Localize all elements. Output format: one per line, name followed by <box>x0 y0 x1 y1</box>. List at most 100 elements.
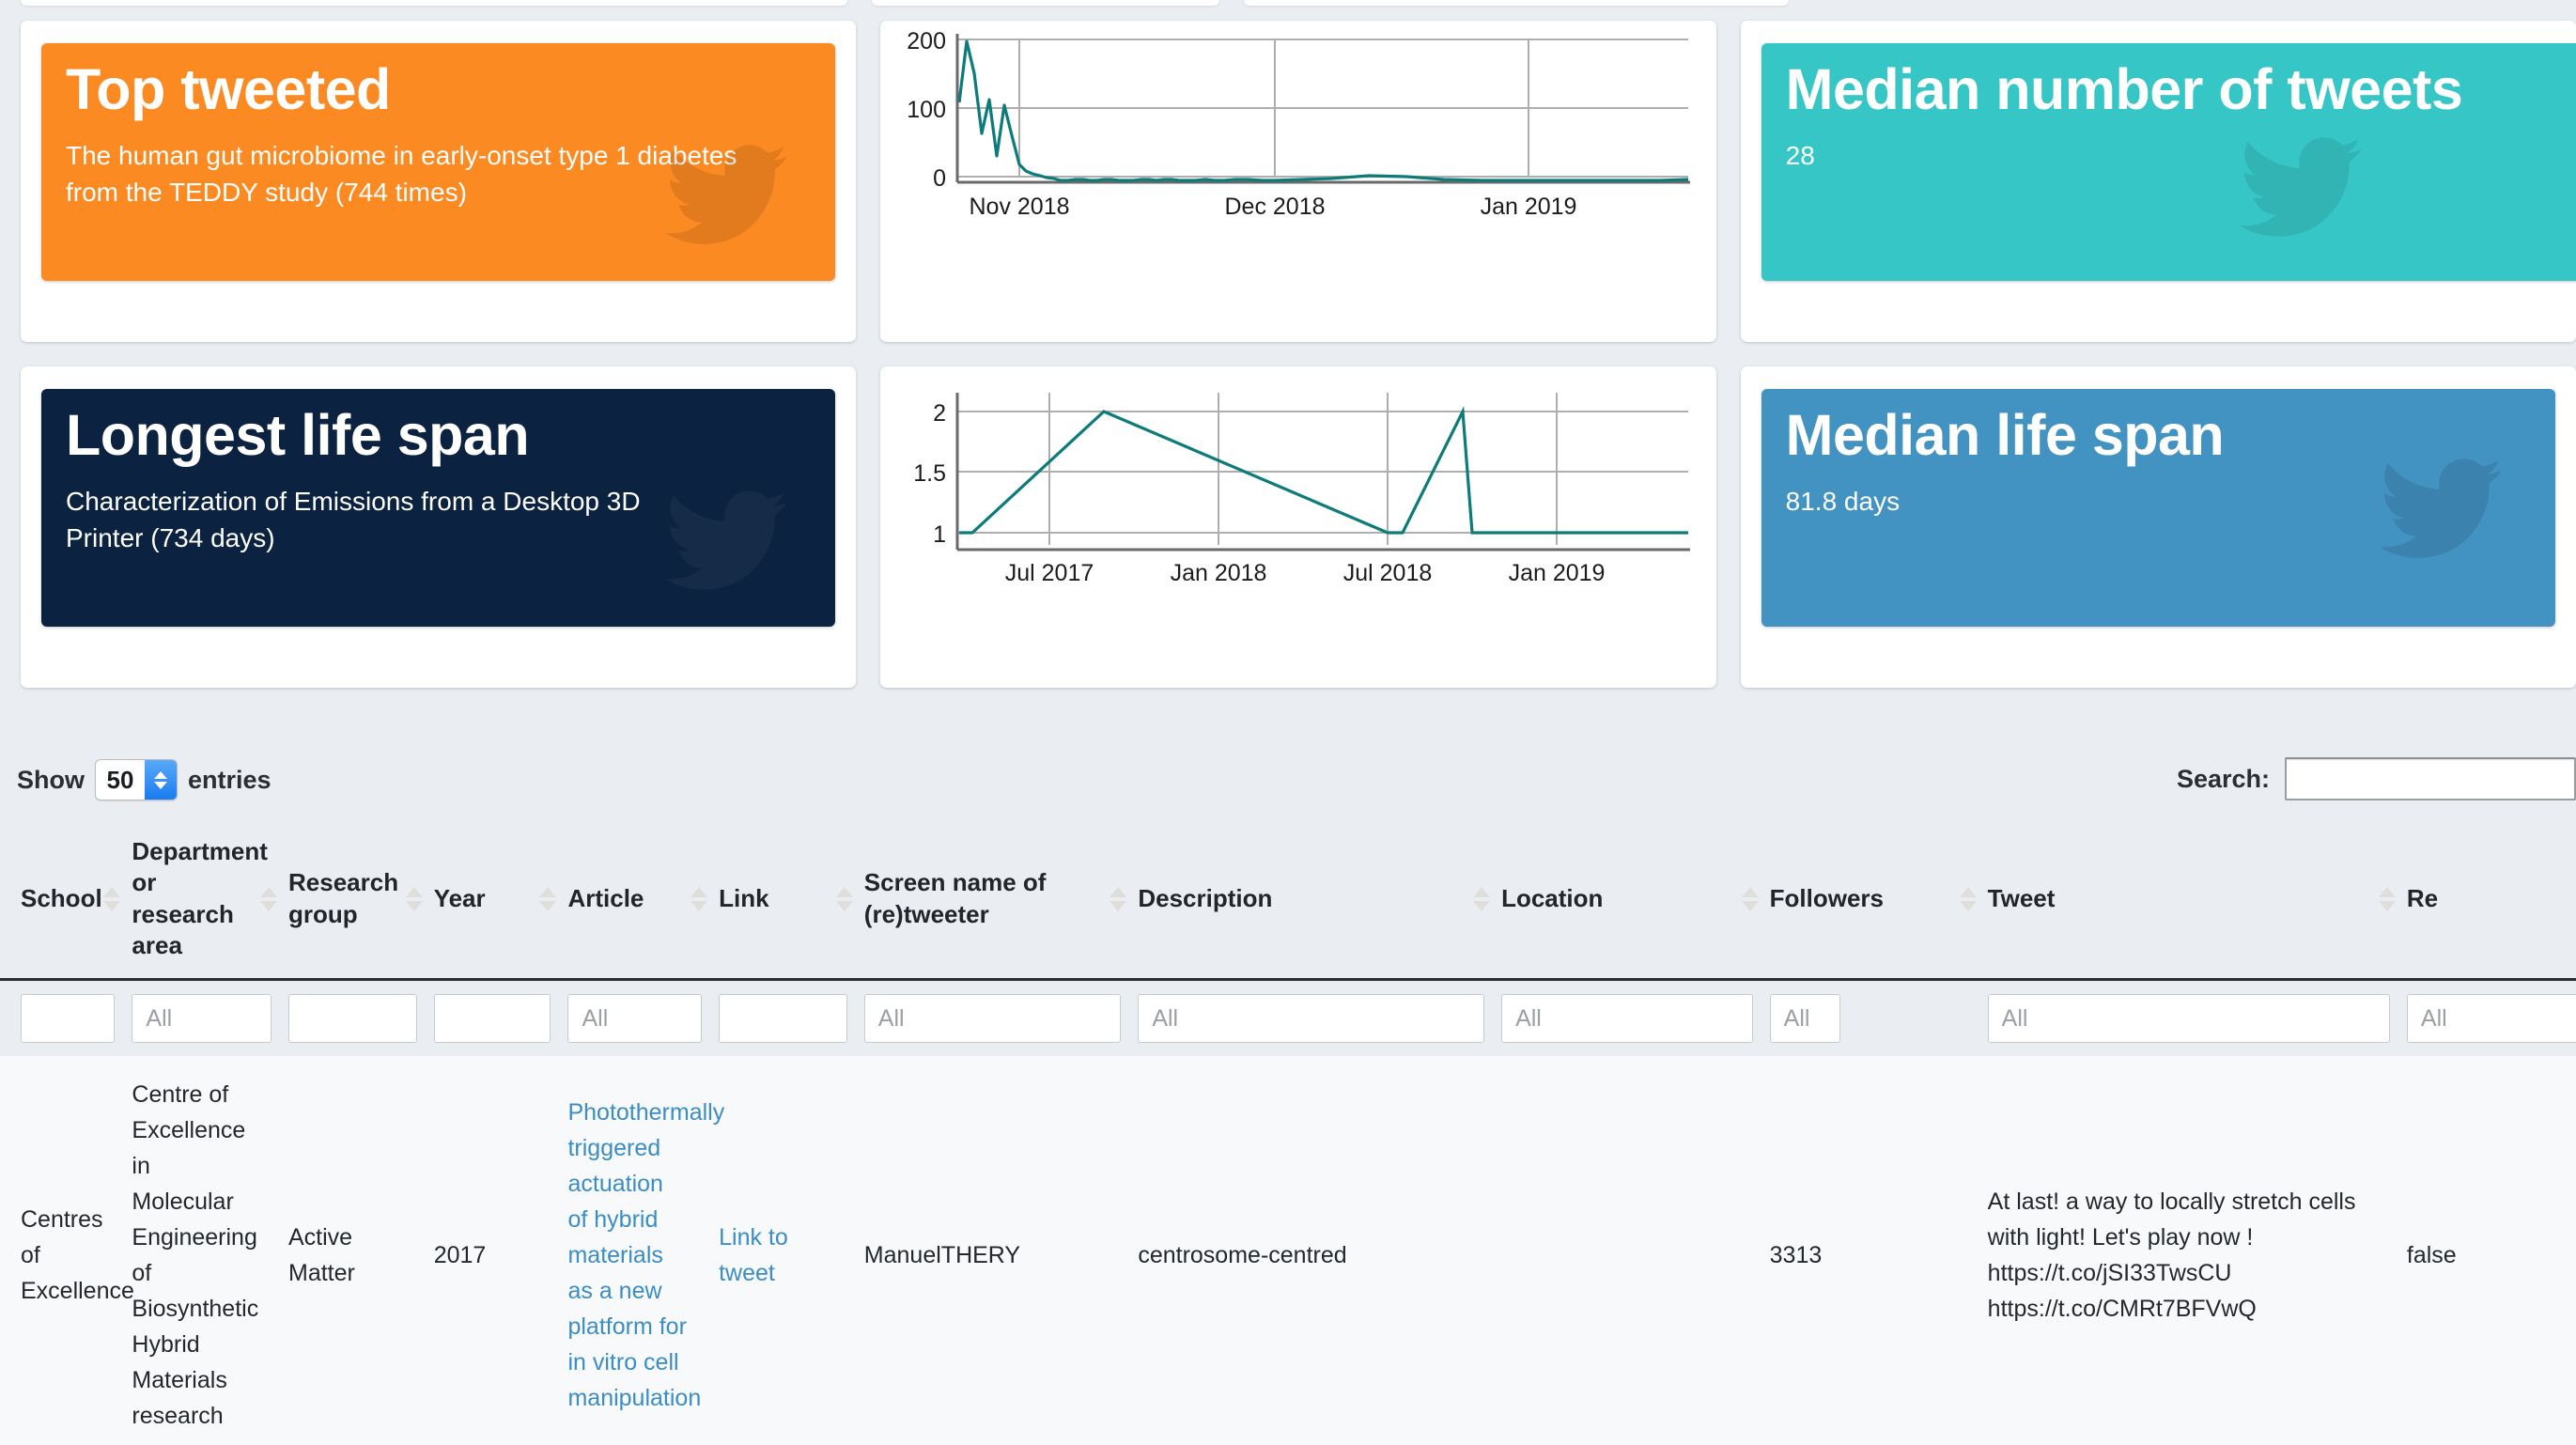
header-label: Followers <box>1769 883 1884 912</box>
card-subtitle: Characterization of Emissions from a Des… <box>66 487 641 552</box>
table-body: Centres of Excellence Centre of Excellen… <box>0 1056 2576 1445</box>
search-label: Search: <box>2176 764 2270 793</box>
cell-article[interactable]: Photothermally triggered actuation of hy… <box>567 1056 724 1445</box>
column-header-year[interactable]: Year <box>433 819 568 982</box>
sort-icon[interactable] <box>1110 886 1127 911</box>
svg-text:Nov 2018: Nov 2018 <box>970 194 1070 220</box>
column-header-article[interactable]: Article <box>567 819 720 982</box>
filter-link[interactable] <box>719 994 847 1044</box>
header-label: Screen name of (re)tweeter <box>863 868 1047 928</box>
cell-description: centrosome-centred <box>1138 1056 1502 1445</box>
previous-card-row-sliver <box>0 0 2576 21</box>
card-tweets-sparkline: 200 100 0 Nov 2018 Dec 2018 Jan 2019 <box>880 21 1716 342</box>
twitter-bird-icon <box>653 479 799 601</box>
sort-icon[interactable] <box>1741 886 1759 911</box>
card-title: Longest life span <box>66 403 530 467</box>
column-header-description[interactable]: Description <box>1138 819 1502 982</box>
tweet-link[interactable]: Link to tweet <box>719 1224 788 1286</box>
cell-tweet: At last! a way to locally stretch cells … <box>1987 1056 2407 1445</box>
svg-text:2: 2 <box>933 400 946 427</box>
sort-icon[interactable] <box>691 886 708 911</box>
header-label: Year <box>433 883 486 912</box>
sort-icon[interactable] <box>405 886 423 911</box>
search-input[interactable] <box>2285 757 2576 800</box>
card-median-life-span: Median life span 81.8 days <box>1740 366 2576 688</box>
show-label: Show <box>17 765 85 794</box>
cell-school: Centres of Excellence <box>0 1056 134 1445</box>
card-longest-life-span: Longest life span Characterization of Em… <box>21 366 857 688</box>
show-entries-control: Show 50 entries <box>17 759 272 800</box>
filter-school[interactable] <box>21 994 116 1044</box>
twitter-bird-icon <box>2227 126 2374 248</box>
filter-tweet[interactable]: All <box>1987 994 2390 1044</box>
sort-icon[interactable] <box>103 886 121 911</box>
tweets-over-time-sparkline: 200 100 0 Nov 2018 Dec 2018 Jan 2019 <box>880 21 1715 342</box>
svg-text:Dec 2018: Dec 2018 <box>1225 194 1326 220</box>
column-header-location[interactable]: Location <box>1501 819 1770 982</box>
column-header-department[interactable]: Department or research area <box>132 819 288 982</box>
entries-label: entries <box>188 765 272 794</box>
svg-text:100: 100 <box>908 97 947 123</box>
sort-icon[interactable] <box>835 886 853 911</box>
column-header-screen-name[interactable]: Screen name of (re)tweeter <box>863 819 1139 982</box>
search-control: Search: <box>2177 757 2576 800</box>
entries-select-value: 50 <box>106 765 134 794</box>
column-header-tweet[interactable]: Tweet <box>1987 819 2407 982</box>
twitter-bird-icon <box>653 133 799 256</box>
header-label: Description <box>1138 883 1273 912</box>
header-label: Link <box>719 883 769 912</box>
data-table-scroll-area[interactable]: School Department or research area Resea… <box>0 819 2576 1445</box>
card-row-2: Longest life span Characterization of Em… <box>0 366 2576 688</box>
header-row: School Department or research area Resea… <box>0 819 2576 982</box>
filter-department[interactable]: All <box>132 994 272 1044</box>
svg-text:Jan 2019: Jan 2019 <box>1509 560 1606 586</box>
table-controls: Show 50 entries Search: <box>0 752 2576 810</box>
cell-year: 2017 <box>433 1056 568 1445</box>
value-box-median-life-span: Median life span 81.8 days <box>1761 389 2555 627</box>
filter-year[interactable] <box>433 994 551 1044</box>
header-label: Location <box>1501 883 1604 912</box>
cell-followers: 3313 <box>1769 1056 1988 1445</box>
entries-select[interactable]: 50 <box>95 759 178 800</box>
table-row[interactable]: Centres of Excellence Centre of Excellen… <box>0 1056 2576 1445</box>
filter-followers[interactable]: All <box>1769 994 1840 1044</box>
column-header-school[interactable]: School <box>0 819 132 982</box>
svg-text:Jan 2018: Jan 2018 <box>1171 560 1267 586</box>
cell-research-group: Active Matter <box>288 1056 434 1445</box>
filter-article[interactable]: All <box>567 994 703 1044</box>
header-label: Tweet <box>1987 883 2056 912</box>
table-head: School Department or research area Resea… <box>0 819 2576 1056</box>
column-header-research-group[interactable]: Research group <box>288 819 434 982</box>
stepper-icon[interactable] <box>145 760 177 800</box>
filter-research-group[interactable] <box>288 994 417 1044</box>
filter-description[interactable]: All <box>1138 994 1485 1044</box>
summary-cards: Top tweeted The human gut microbiome in … <box>0 21 2576 688</box>
value-box-longest-life-span: Longest life span Characterization of Em… <box>41 389 836 627</box>
svg-text:Jul 2018: Jul 2018 <box>1343 560 1433 586</box>
sort-icon[interactable] <box>539 886 557 911</box>
sort-icon[interactable] <box>260 886 277 911</box>
column-header-followers[interactable]: Followers <box>1769 819 1988 982</box>
card-subtitle: 28 <box>1785 141 1815 171</box>
cell-retweet: false <box>2406 1056 2576 1445</box>
data-table: School Department or research area Resea… <box>0 819 2576 1445</box>
card-row-1: Top tweeted The human gut microbiome in … <box>0 21 2576 342</box>
sort-icon[interactable] <box>2378 886 2396 911</box>
sort-icon[interactable] <box>1959 886 1977 911</box>
column-header-link[interactable]: Link <box>719 819 864 982</box>
header-label: School <box>21 883 102 912</box>
cell-link[interactable]: Link to tweet <box>719 1056 864 1445</box>
twitter-bird-icon <box>2367 447 2514 569</box>
svg-text:Jul 2017: Jul 2017 <box>1005 560 1094 586</box>
filter-location[interactable]: All <box>1501 994 1753 1044</box>
value-box-median-number-of-tweets: Median number of tweets 28 <box>1761 43 2576 281</box>
column-header-retweet[interactable]: Re <box>2406 819 2576 982</box>
cell-department: Centre of Excellence in Molecular Engine… <box>132 1056 288 1445</box>
card-title: Median number of tweets <box>1785 57 2463 121</box>
filter-retweet[interactable]: All <box>2406 994 2576 1044</box>
svg-text:200: 200 <box>908 28 947 54</box>
article-link[interactable]: Photothermally triggered actuation of hy… <box>567 1099 724 1411</box>
filter-screen-name[interactable]: All <box>863 994 1122 1044</box>
sort-icon[interactable] <box>1473 886 1491 911</box>
header-label: Research group <box>288 868 399 928</box>
